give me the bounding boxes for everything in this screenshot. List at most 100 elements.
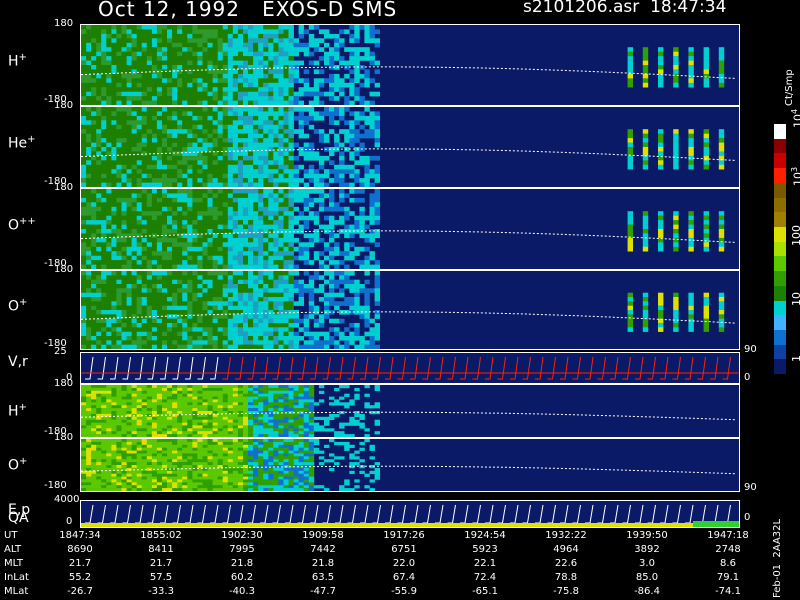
heatmap-cell xyxy=(263,399,269,403)
heatmap-cell xyxy=(172,425,178,429)
heatmap-cell xyxy=(96,220,102,225)
heatmap-cell xyxy=(111,246,117,252)
heatmap-cell xyxy=(81,224,87,230)
heatmap-cell xyxy=(91,411,97,415)
heatmap-cell xyxy=(227,340,234,345)
heatmap-cell xyxy=(642,246,649,252)
heatmap-cell xyxy=(136,387,143,392)
heatmap-cell xyxy=(116,107,122,112)
heatmap-cell xyxy=(217,402,224,406)
heatmap-cell xyxy=(151,292,158,298)
heatmap-cell xyxy=(232,138,239,143)
heatmap-cell xyxy=(167,47,173,52)
heatmap-cell xyxy=(703,129,709,134)
heatmap-cell xyxy=(329,336,335,341)
heatmap-cell xyxy=(121,288,127,293)
heatmap-cell xyxy=(136,255,143,261)
heatmap-cell xyxy=(253,396,259,400)
heatmap-cell xyxy=(192,155,198,161)
heatmap-cell xyxy=(243,206,249,212)
heatmap-cell xyxy=(106,193,112,199)
heatmap-cell xyxy=(334,107,340,112)
heatmap-cell xyxy=(288,279,294,285)
heatmap-cell xyxy=(177,419,183,423)
heatmap-cell xyxy=(182,56,188,61)
heatmap-cell xyxy=(202,87,208,92)
heatmap-cell xyxy=(182,160,188,165)
heatmap-cell xyxy=(283,399,289,403)
heatmap-cell xyxy=(146,264,153,269)
heatmap-cell xyxy=(263,271,269,276)
heatmap-cell xyxy=(121,29,127,35)
heatmap-cell xyxy=(151,390,158,394)
heatmap-cell xyxy=(167,396,173,400)
heatmap-cell xyxy=(253,405,259,409)
heatmap-cell xyxy=(162,173,168,179)
heatmap-cell xyxy=(263,164,269,170)
heatmap-cell xyxy=(192,431,198,435)
heatmap-cell xyxy=(116,56,122,61)
heatmap-cell xyxy=(288,305,294,311)
heatmap-cell xyxy=(673,56,679,61)
heatmap-cell xyxy=(96,301,102,306)
heatmap-cell xyxy=(283,82,289,88)
heatmap-cell xyxy=(263,147,269,152)
heatmap-cell xyxy=(177,327,183,332)
heatmap-cell xyxy=(192,331,198,337)
heatmap-cell xyxy=(222,96,229,101)
heatmap-cell xyxy=(121,385,127,389)
heatmap-cell xyxy=(232,51,239,57)
heatmap-cell xyxy=(658,138,664,143)
heatmap-cell xyxy=(146,173,153,179)
heatmap-cell xyxy=(106,160,112,165)
heatmap-cell xyxy=(354,422,360,426)
heatmap-cell xyxy=(101,111,107,117)
heatmap-cell xyxy=(324,107,330,112)
heatmap-cell xyxy=(349,197,355,203)
heatmap-cell xyxy=(217,29,224,35)
heatmap-cell xyxy=(324,331,330,337)
heatmap-cell xyxy=(283,422,289,426)
heatmap-cell xyxy=(232,47,239,52)
heatmap-cell xyxy=(263,91,269,97)
heatmap-cell xyxy=(91,151,97,157)
heatmap-cell xyxy=(349,434,355,437)
heatmap-cell xyxy=(374,323,380,328)
heatmap-cell xyxy=(222,91,229,97)
heatmap-cell xyxy=(86,189,92,194)
heatmap-cell xyxy=(227,100,234,105)
heatmap-cell xyxy=(688,220,694,225)
heatmap-cell xyxy=(268,275,274,280)
heatmap-cell xyxy=(172,434,178,437)
heatmap-cell xyxy=(106,202,112,207)
heatmap-cell xyxy=(364,331,370,337)
heatmap-cell xyxy=(232,336,239,341)
heatmap-cell xyxy=(243,246,249,252)
heatmap-cell xyxy=(288,193,294,199)
heatmap-cell xyxy=(293,38,299,43)
heatmap-cell xyxy=(303,220,310,225)
heatmap-cell xyxy=(202,422,208,426)
heatmap-cell xyxy=(212,237,218,243)
heatmap-cell xyxy=(116,229,122,234)
heatmap-cell xyxy=(156,255,163,261)
heatmap-cell xyxy=(207,120,213,125)
heatmap-cell xyxy=(253,197,259,203)
heatmap-cell xyxy=(212,220,218,225)
panel-o1 xyxy=(80,270,740,350)
heatmap-cell xyxy=(237,413,244,418)
heatmap-cell xyxy=(344,242,350,247)
heatmap-cell xyxy=(329,107,335,112)
heatmap-cell xyxy=(167,96,173,101)
heatmap-cell xyxy=(222,425,229,429)
heatmap-cell xyxy=(288,251,294,256)
heatmap-cell xyxy=(151,242,158,247)
heatmap-cell xyxy=(131,344,137,349)
heatmap-cell xyxy=(121,193,127,199)
heatmap-cell xyxy=(101,107,107,112)
heatmap-cell xyxy=(111,197,117,203)
heatmap-cell xyxy=(227,38,234,43)
heatmap-cell xyxy=(243,331,249,337)
heatmap-cell xyxy=(81,211,87,216)
heatmap-cell xyxy=(172,211,178,216)
